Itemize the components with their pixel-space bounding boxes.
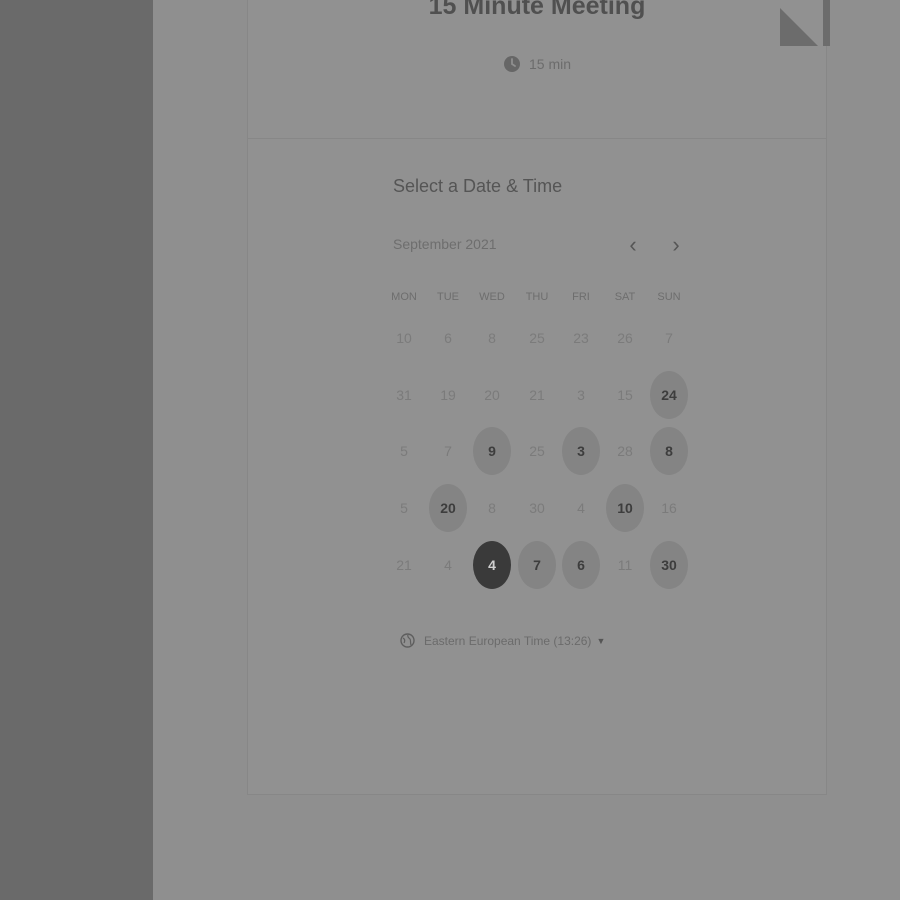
calendar-day: 20 <box>484 387 500 403</box>
calendar-day: 11 <box>617 557 633 573</box>
calendar-day: 8 <box>488 330 496 346</box>
duration-label: 15 min <box>528 56 572 72</box>
calendar-day[interactable]: 8 <box>650 427 688 475</box>
calendar-day: 28 <box>617 443 633 459</box>
calendar-day[interactable]: 9 <box>473 427 511 475</box>
calendar-day-selected[interactable]: 4 <box>473 541 511 589</box>
weekday-mon: MON <box>391 291 417 303</box>
calendar-day: 5 <box>400 443 408 459</box>
card-divider <box>248 138 826 139</box>
calendar-day: 4 <box>444 557 452 573</box>
calendar-day: 4 <box>577 500 585 516</box>
calendar-day[interactable]: 20 <box>429 484 467 532</box>
calendar-day[interactable]: 6 <box>562 541 600 589</box>
calendar-day: 16 <box>661 500 677 516</box>
weekday-sat: SAT <box>614 291 636 303</box>
calendar-day: 25 <box>529 330 545 346</box>
calendar-day: 7 <box>444 443 452 459</box>
chevron-right-icon: › <box>672 232 680 257</box>
calendar-day: 7 <box>665 330 673 346</box>
event-title: 15 Minute Meeting <box>428 0 646 20</box>
calendar-day: 6 <box>444 330 452 346</box>
globe-icon <box>400 633 415 648</box>
event-duration: 15 min <box>247 55 827 73</box>
next-month-button[interactable]: › <box>664 232 688 258</box>
calendar-day: 8 <box>488 500 496 516</box>
overlay-left-panel <box>0 0 153 900</box>
month-label: September 2021 <box>393 236 497 252</box>
calendar-day[interactable]: 30 <box>650 541 688 589</box>
calendar-day: 26 <box>617 330 633 346</box>
calendar-day: 5 <box>400 500 408 516</box>
weekday-sun: SUN <box>657 291 681 303</box>
calendar-day: 10 <box>396 330 412 346</box>
calendar-day: 30 <box>529 500 545 516</box>
calendar-day: 3 <box>577 387 585 403</box>
calendar-day: 15 <box>617 387 633 403</box>
weekday-tue: TUE <box>437 291 459 303</box>
timezone-selector[interactable]: Eastern European Time (13:26) ▼ <box>400 633 605 648</box>
weekday-thu: THU <box>525 291 549 303</box>
select-date-heading: Select a Date & Time <box>393 176 563 196</box>
calendar-day: 19 <box>440 387 456 403</box>
calendar-day: 23 <box>573 330 589 346</box>
calendar-day[interactable]: 10 <box>606 484 644 532</box>
caret-down-icon: ▼ <box>596 635 606 646</box>
calendar-day: 31 <box>396 387 412 403</box>
calendar-day[interactable]: 24 <box>650 371 688 419</box>
weekday-wed: WED <box>479 291 505 303</box>
previous-month-button[interactable]: ‹ <box>621 232 645 258</box>
calendar-day: 21 <box>529 387 545 403</box>
clock-icon <box>503 55 521 73</box>
calendar-day[interactable]: 3 <box>562 427 600 475</box>
calendar-day: 25 <box>529 443 545 459</box>
calendar-day[interactable]: 7 <box>518 541 556 589</box>
timezone-label: Eastern European Time (13:26) <box>424 633 592 648</box>
calendar-day: 21 <box>396 557 412 573</box>
weekday-fri: FRI <box>572 291 590 303</box>
chevron-left-icon: ‹ <box>629 232 637 257</box>
